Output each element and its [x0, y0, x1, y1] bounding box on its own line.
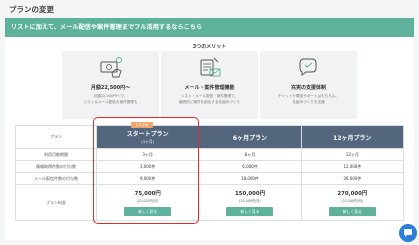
support-icon	[299, 58, 317, 76]
page-title: プランの変更	[9, 5, 54, 14]
cell-price: 150,000円 (25,000円/月) 新しく見る	[198, 184, 302, 221]
merit-desc: チャットや電話サポートはもちろん、 仕組みづくりも支援	[277, 94, 340, 104]
cell-mail: 18,000件	[198, 172, 302, 185]
row-label: 情報取得件数の付与数	[15, 160, 97, 173]
highlight-box	[93, 117, 199, 224]
apply-button-6m[interactable]: 新しく見る	[226, 207, 274, 216]
chat-icon	[404, 229, 412, 237]
cell-price: 270,000円 (22,500円/月) 新しく見る	[300, 184, 405, 221]
plan-header-12m: 12ヶ月プラン	[300, 125, 405, 149]
merit-title: 月額22,500円〜	[90, 85, 131, 91]
plan-name: 12ヶ月プラン	[333, 134, 372, 142]
merits-title: 3つのメリット	[192, 44, 227, 50]
plans-table: プラン スタートプラン (3ヶ月) 6ヶ月プラン 12ヶ月プラン 利用可能期間 …	[15, 125, 405, 221]
cell-info: 12,000件	[300, 160, 405, 173]
merit-card-support: 充実の支援体制 チャットや電話サポートはもちろん、 仕組みづくりも支援	[260, 51, 357, 119]
row-label: プラン料金	[15, 184, 97, 221]
table-row: プラン料金 75,000円 (25,000円/月) 新しく見る 150,000円…	[15, 184, 405, 221]
chat-button[interactable]	[399, 224, 417, 242]
price-monthly: (25,000円/月)	[239, 199, 261, 203]
plan-header-6m: 6ヶ月プラン	[198, 125, 302, 149]
money-icon	[100, 57, 122, 78]
banner: リストに加えて、メール配信や案件管理までフル活用するならこちら	[5, 18, 414, 37]
merit-desc: 月額22,500円〜で、 リスト＆メール配信＆案件管理も	[83, 94, 138, 104]
cell-info: 6,000件	[198, 160, 302, 173]
row-label: 利用可能期間	[15, 148, 97, 161]
cell-period: 6ヶ月	[198, 148, 302, 161]
price: 150,000円	[235, 191, 265, 197]
merit-title: メール・案件管理機能	[184, 85, 235, 91]
merit-card-price: 月額22,500円〜 月額22,500円〜で、 リスト＆メール配信＆案件管理も	[62, 51, 159, 119]
plan-change-card: リストに加えて、メール配信や案件管理までフル活用するならこちら 3つのメリット …	[5, 18, 414, 240]
row-label: メール配信件数の付与数	[15, 172, 97, 185]
price: 270,000円	[337, 191, 368, 197]
merit-card-mail: メール・案件管理機能 リスト・メール配信・案件管理で、 継続的に案件を創出する仕…	[161, 51, 258, 119]
cell-period: 12ヶ月	[300, 148, 405, 161]
cell-mail: 36,000件	[300, 172, 405, 185]
plan-header-label: プラン	[15, 125, 97, 149]
mail-management-icon	[200, 57, 221, 77]
plan-name: 6ヶ月プラン	[232, 134, 268, 142]
table-row: メール配信件数の付与数 9,000件 18,000件 36,000件	[15, 172, 405, 185]
merit-desc: リスト・メール配信・案件管理で、 継続的に案件を創出する仕組みづくり	[178, 94, 241, 104]
price-monthly: (22,500円/月)	[341, 199, 364, 203]
merit-title: 充実の支援体制	[290, 85, 326, 91]
table-row: 利用可能期間 3ヶ月 6ヶ月 12ヶ月	[15, 148, 405, 161]
table-row: 情報取得件数の付与数 3,000件 6,000件 12,000件	[15, 160, 405, 173]
apply-button-12m[interactable]: 新しく見る	[328, 207, 376, 216]
